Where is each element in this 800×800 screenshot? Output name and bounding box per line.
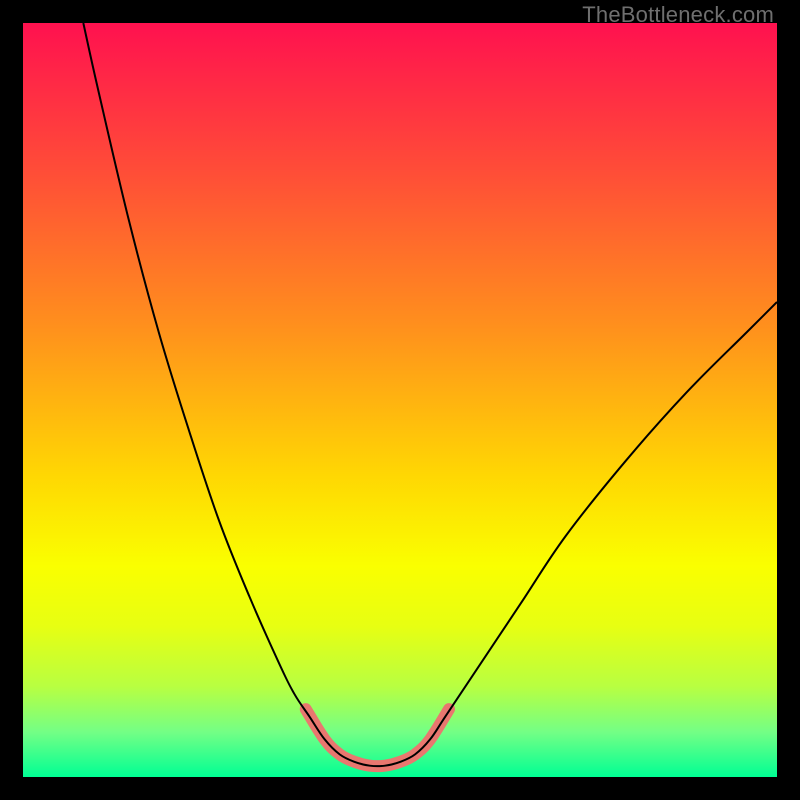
watermark-text: TheBottleneck.com: [582, 2, 774, 28]
bottleneck-chart: [23, 23, 777, 777]
chart-frame: [23, 23, 777, 777]
gradient-background: [23, 23, 777, 777]
